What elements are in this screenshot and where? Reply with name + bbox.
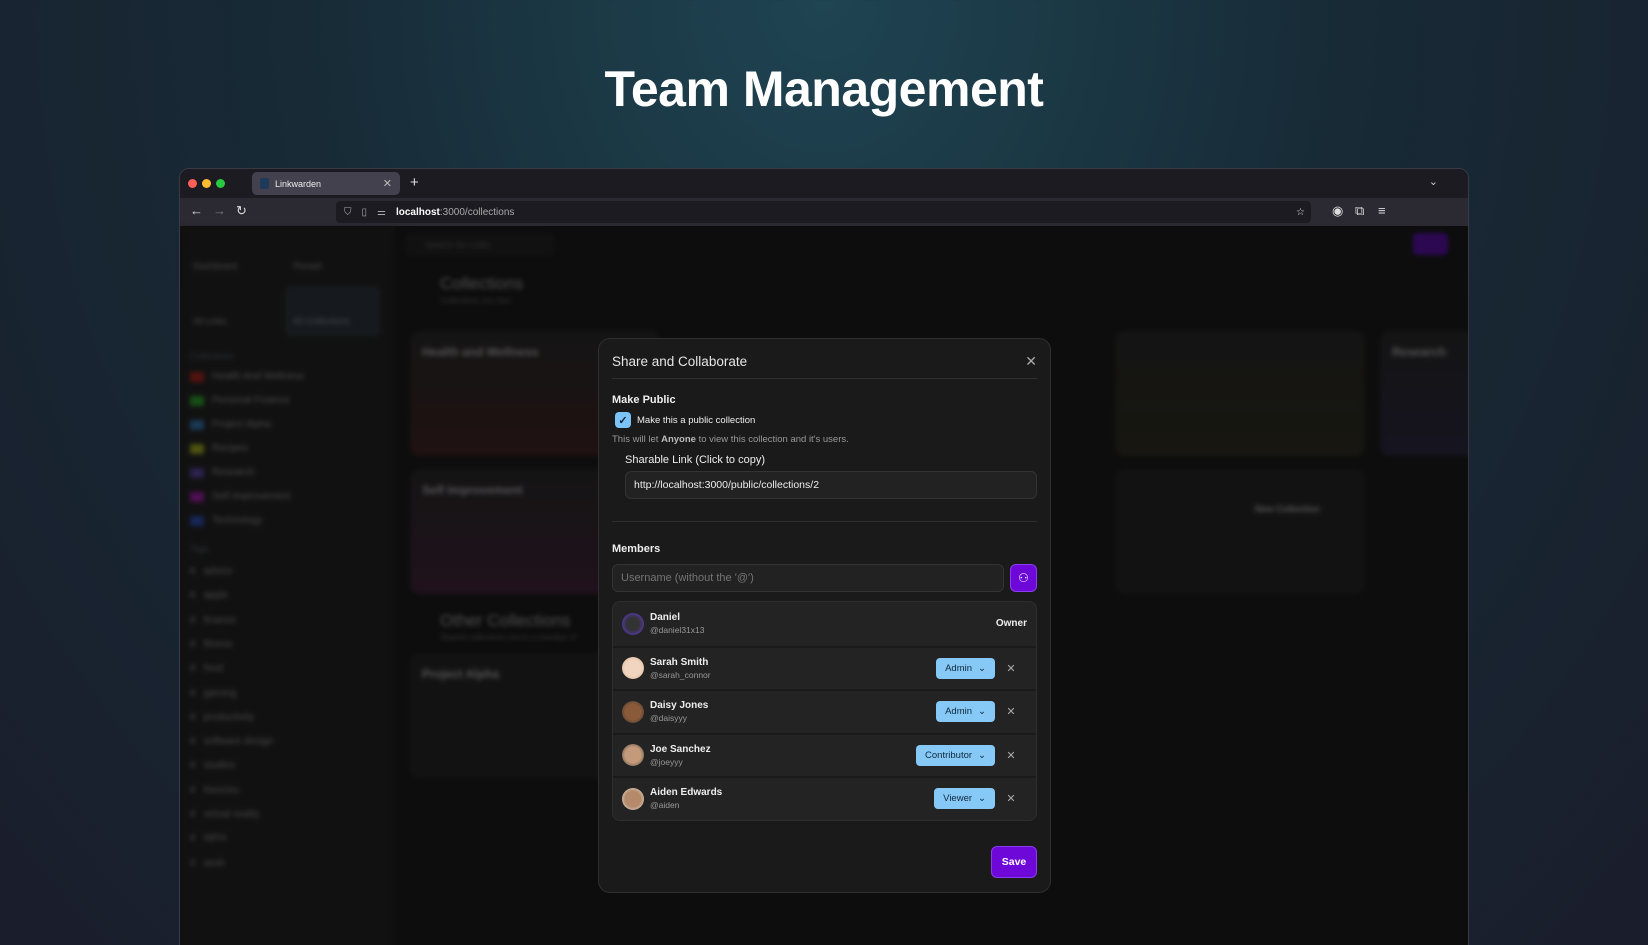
member-username: @daniel31x13 xyxy=(650,625,705,636)
minimize-window-button[interactable] xyxy=(202,179,211,188)
avatar xyxy=(622,657,644,680)
maximize-window-button[interactable] xyxy=(216,179,225,188)
chevron-down-icon: ⌄ xyxy=(978,706,986,718)
remove-member-icon[interactable]: ✕ xyxy=(995,705,1027,718)
member-username: @sarah_connor xyxy=(650,669,711,680)
divider xyxy=(612,521,1037,522)
remove-member-icon[interactable]: ✕ xyxy=(995,749,1027,762)
members-heading: Members xyxy=(612,543,661,555)
shield-icon: ⛉ xyxy=(344,206,352,218)
remove-member-icon[interactable]: ✕ xyxy=(995,792,1027,805)
member-username: @joeyyy xyxy=(650,756,683,767)
tab-strip: Linkwarden ✕ + ⌄ xyxy=(180,169,1468,198)
account-icon[interactable]: ◉ xyxy=(1332,203,1343,219)
member-row: Daisy Jones @daisyyy Admin ⌄ ✕ xyxy=(613,689,1036,733)
close-icon[interactable]: ✕ xyxy=(1025,353,1037,370)
checkmark-icon[interactable]: ✓ xyxy=(615,412,631,428)
member-row: Daniel @daniel31x13 Owner xyxy=(613,602,1036,646)
username-input[interactable] xyxy=(612,564,1004,592)
add-member-button[interactable]: ⚇ xyxy=(1010,564,1037,592)
role-dropdown[interactable]: Admin ⌄ xyxy=(936,701,995,723)
member-row: Sarah Smith @sarah_connor Admin ⌄ ✕ xyxy=(613,645,1036,690)
members-list: Daniel @daniel31x13 Owner Sarah Smith @sarah… xyxy=(612,601,1037,821)
forward-arrow-icon[interactable]: → xyxy=(213,203,226,218)
member-name: Sarah Smith xyxy=(650,656,709,668)
add-user-icon: ⚇ xyxy=(1018,571,1029,585)
remove-member-icon[interactable]: ✕ xyxy=(995,662,1027,675)
chevron-down-icon: ⌄ xyxy=(978,749,986,761)
url-host: localhost xyxy=(395,206,440,218)
owner-label: Owner xyxy=(995,618,1027,630)
bookmark-star-icon[interactable]: ☆ xyxy=(1296,207,1305,218)
avatar xyxy=(622,700,644,723)
linkwarden-favicon-icon xyxy=(260,178,269,189)
role-dropdown[interactable]: Viewer ⌄ xyxy=(934,788,995,810)
member-username: @daisyyy xyxy=(650,713,687,724)
tab-title: Linkwarden xyxy=(275,178,322,189)
chevron-down-icon: ⌄ xyxy=(978,793,986,805)
role-dropdown[interactable]: Admin ⌄ xyxy=(936,657,995,679)
member-username: @aiden xyxy=(650,800,680,811)
sharable-link-field[interactable]: http://localhost:3000/public/collections… xyxy=(625,471,1037,499)
permissions-icon: ⚌ xyxy=(377,206,386,218)
tab-list-chevron-icon[interactable]: ⌄ xyxy=(1429,175,1438,188)
browser-tab[interactable]: Linkwarden ✕ xyxy=(252,172,400,195)
member-name: Daisy Jones xyxy=(650,700,709,712)
save-button[interactable]: Save xyxy=(991,846,1037,878)
avatar xyxy=(622,787,644,810)
close-tab-icon[interactable]: ✕ xyxy=(383,177,392,190)
member-name: Aiden Edwards xyxy=(650,787,723,799)
navigation-bar: ← → ↻ ⛉ ▯ ⚌ localhost:3000/collections ☆… xyxy=(180,198,1468,226)
close-window-button[interactable] xyxy=(188,179,197,188)
modal-title: Share and Collaborate xyxy=(612,339,1037,379)
public-help-text: This will let Anyone to view this collec… xyxy=(612,434,849,445)
url-path: :3000/collections xyxy=(439,206,515,218)
avatar xyxy=(622,612,644,635)
share-collaborate-modal: Share and Collaborate ✕ Make Public ✓ Ma… xyxy=(598,338,1051,893)
role-dropdown[interactable]: Contributor ⌄ xyxy=(916,744,995,766)
url-bar[interactable]: ⛉ ▯ ⚌ localhost:3000/collections ☆ xyxy=(336,201,1311,223)
make-public-heading: Make Public xyxy=(612,394,676,406)
member-row: Joe Sanchez @joeyyy Contributor ⌄ ✕ xyxy=(613,732,1036,777)
reload-icon[interactable]: ↻ xyxy=(236,203,247,219)
new-tab-plus-icon[interactable]: + xyxy=(410,174,419,191)
hero-title: Team Management xyxy=(604,61,1044,117)
sharable-link-label: Sharable Link (Click to copy) xyxy=(625,454,766,466)
extensions-icon[interactable]: ⧉ xyxy=(1355,203,1364,219)
back-arrow-icon[interactable]: ← xyxy=(190,203,203,218)
public-collection-checkbox[interactable]: ✓ Make this a public collection xyxy=(612,412,1037,428)
menu-icon[interactable]: ≡ xyxy=(1378,203,1386,218)
member-name: Joe Sanchez xyxy=(650,743,711,755)
member-name: Daniel xyxy=(650,612,681,624)
member-row: Aiden Edwards @aiden Viewer ⌄ ✕ xyxy=(613,776,1036,820)
public-checkbox-label: Make this a public collection xyxy=(637,414,756,426)
avatar xyxy=(622,744,644,767)
chevron-down-icon: ⌄ xyxy=(978,662,986,674)
page-icon: ▯ xyxy=(361,206,368,218)
